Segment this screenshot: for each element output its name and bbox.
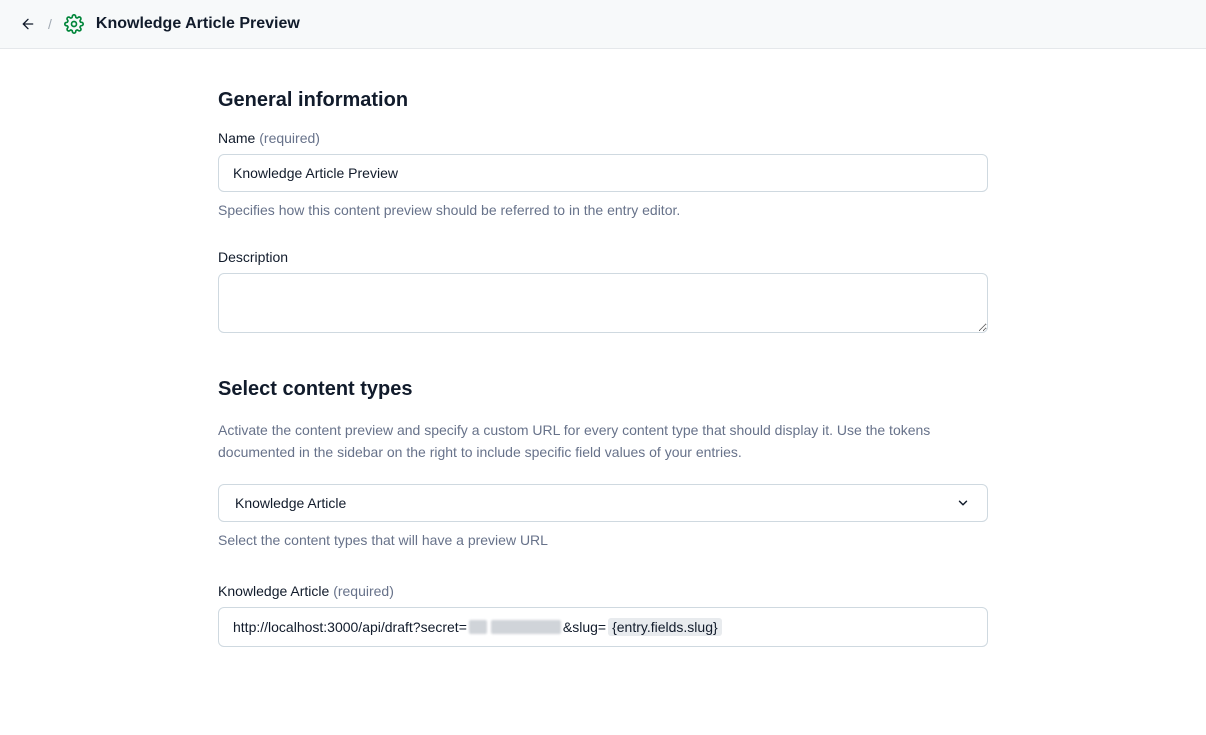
gear-icon: [64, 14, 84, 34]
name-required-hint: (required): [259, 130, 320, 146]
breadcrumb-separator: /: [48, 16, 52, 32]
name-label-text: Name: [218, 130, 255, 146]
general-info-heading: General information: [218, 89, 988, 112]
url-input[interactable]: http://localhost:3000/api/draft?secret= …: [218, 607, 988, 647]
url-field-group: Knowledge Article (required) http://loca…: [218, 583, 988, 647]
name-help-text: Specifies how this content preview shoul…: [218, 200, 988, 221]
url-field-required-hint: (required): [333, 583, 394, 599]
url-field-label: Knowledge Article (required): [218, 583, 988, 599]
redacted-segment: [491, 620, 561, 634]
description-label: Description: [218, 249, 988, 265]
main-content: General information Name (required) Spec…: [218, 49, 988, 735]
content-types-heading: Select content types: [218, 378, 988, 401]
chevron-down-icon: [955, 495, 971, 511]
content-type-selected-label: Knowledge Article: [235, 495, 346, 511]
description-field-group: Description: [218, 249, 988, 338]
content-types-section: Select content types Activate the conten…: [218, 378, 988, 647]
url-token: {entry.fields.slug}: [608, 618, 722, 636]
back-icon[interactable]: [20, 16, 36, 32]
content-types-description: Activate the content preview and specify…: [218, 419, 988, 464]
name-input[interactable]: [218, 154, 988, 192]
content-type-select[interactable]: Knowledge Article: [218, 484, 988, 522]
description-input[interactable]: [218, 273, 988, 333]
name-field-group: Name (required) Specifies how this conte…: [218, 130, 988, 221]
name-label: Name (required): [218, 130, 988, 146]
url-middle: &slug=: [563, 619, 606, 635]
url-prefix: http://localhost:3000/api/draft?secret=: [233, 619, 467, 635]
page-title: Knowledge Article Preview: [96, 15, 300, 33]
page-header: / Knowledge Article Preview: [0, 0, 1206, 49]
content-type-select-help: Select the content types that will have …: [218, 530, 988, 551]
url-field-label-text: Knowledge Article: [218, 583, 329, 599]
redacted-segment: [469, 620, 487, 634]
